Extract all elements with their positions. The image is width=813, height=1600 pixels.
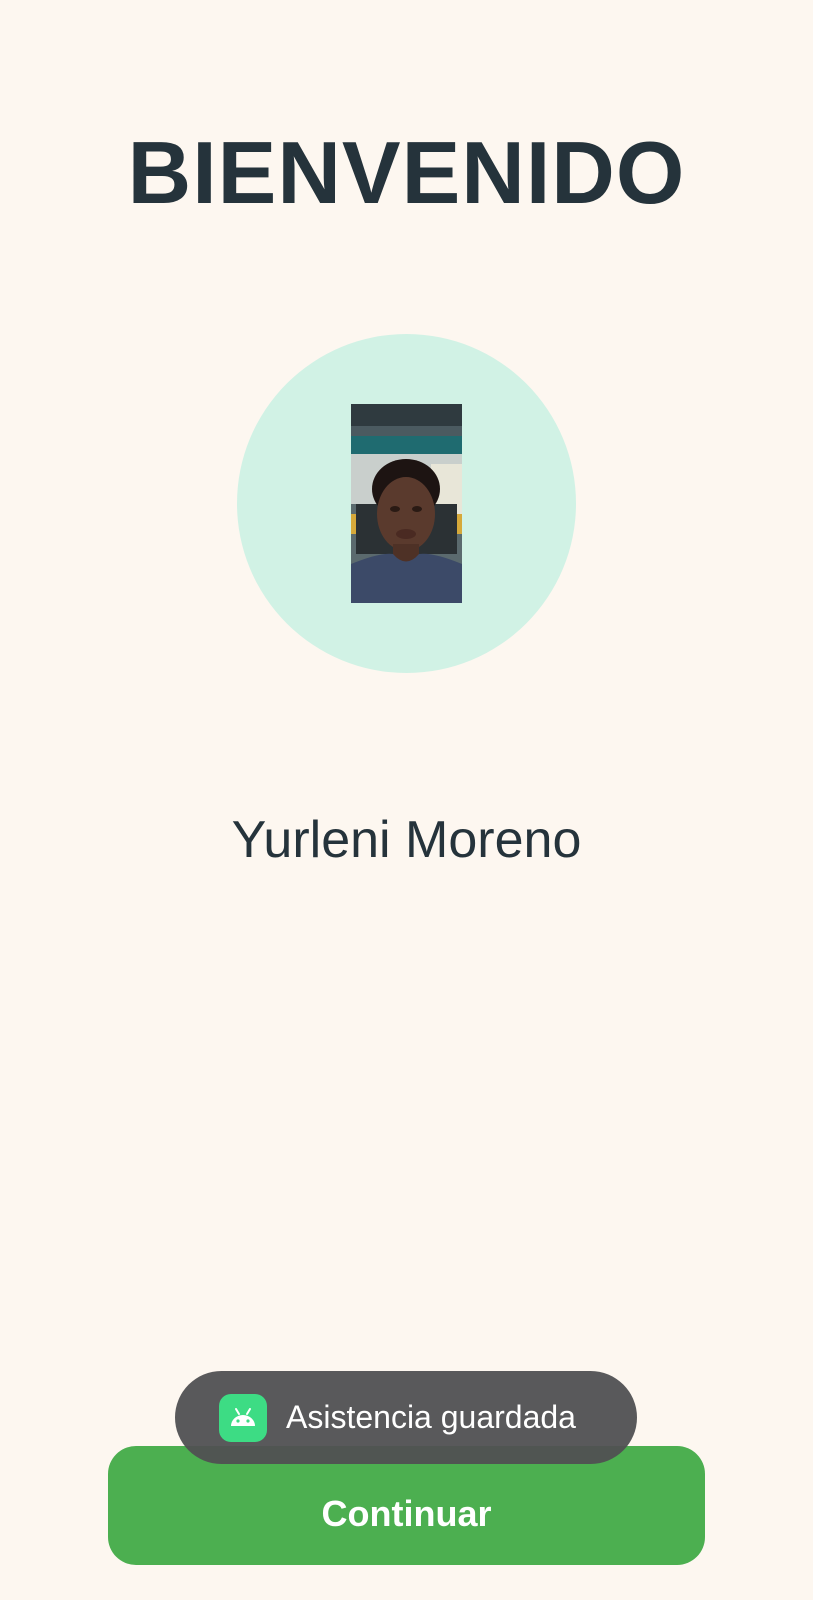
toast-message: Asistencia guardada	[286, 1399, 576, 1435]
toast-notification: Asistencia guardada	[175, 1371, 637, 1464]
user-name: Yurleni Moreno	[231, 811, 582, 869]
user-photo	[351, 404, 462, 603]
welcome-title: BIENVENIDO	[127, 123, 686, 222]
android-robot-icon	[219, 1393, 267, 1442]
